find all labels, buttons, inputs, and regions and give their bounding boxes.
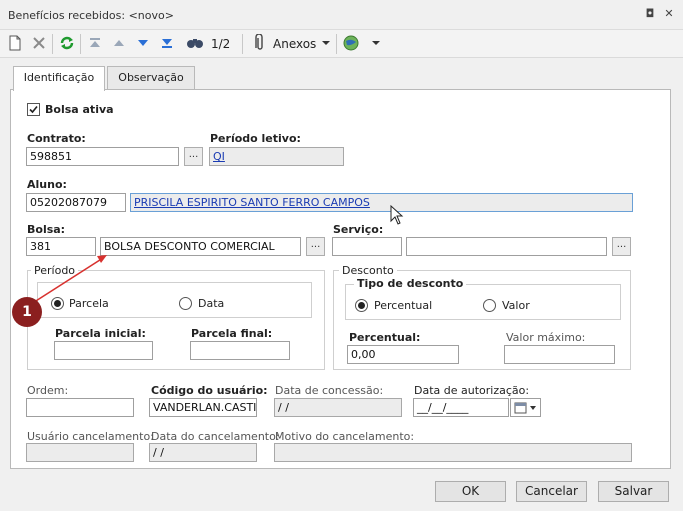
servico-label: Serviço: (333, 223, 384, 236)
bolsa-ativa-label: Bolsa ativa (45, 103, 114, 116)
cancel-button[interactable]: Cancelar (516, 481, 587, 502)
data-option-label: Data (198, 297, 225, 310)
parcela-option-label: Parcela (69, 297, 109, 310)
percentual-label: Percentual: (349, 331, 421, 344)
new-record-icon[interactable] (6, 34, 24, 52)
data-concessao-label: Data de concessão: (275, 384, 384, 397)
record-position: 1/2 (211, 37, 231, 51)
chevron-down-icon[interactable] (317, 34, 335, 52)
aluno-label: Aluno: (27, 178, 67, 191)
attachments-label[interactable]: Anexos (273, 37, 316, 51)
bolsa-code-input[interactable]: 381 (26, 237, 96, 256)
search-icon[interactable] (186, 34, 204, 52)
parcela-final-input[interactable] (190, 341, 290, 360)
servico-name-input[interactable] (406, 237, 607, 256)
first-record-icon[interactable] (86, 34, 104, 52)
desconto-group-title: Desconto (339, 264, 397, 277)
codigo-usuario-label: Código do usuário: (151, 384, 268, 397)
restore-button[interactable]: ◘ (643, 7, 657, 21)
periodo-group-title: Período (31, 264, 79, 277)
valor-radio[interactable] (483, 299, 496, 312)
data-cancelamento-label: Data do cancelamento: (151, 430, 280, 443)
servico-code-input[interactable] (332, 237, 402, 256)
parcela-inicial-input[interactable] (54, 341, 153, 360)
previous-record-icon[interactable] (110, 34, 128, 52)
next-record-icon[interactable] (134, 34, 152, 52)
calendar-dropdown-button[interactable] (510, 398, 541, 417)
bolsa-label: Bolsa: (27, 223, 66, 236)
periodo-letivo-label: Período letivo: (210, 132, 301, 145)
data-cancelamento-field: / / (149, 443, 257, 462)
valor-maximo-label: Valor máximo: (506, 331, 586, 344)
data-concessao-field: / / (274, 398, 402, 417)
chevron-down-icon[interactable] (367, 34, 385, 52)
calendar-icon (514, 402, 536, 414)
data-radio[interactable] (179, 297, 192, 310)
toolbar-separator (80, 34, 81, 54)
periodo-letivo-field[interactable]: QI (209, 147, 344, 166)
ordem-label: Ordem: (27, 384, 69, 397)
servico-lookup-button[interactable]: ... (612, 237, 631, 256)
check-icon (29, 105, 38, 114)
contrato-lookup-button[interactable]: ... (184, 147, 203, 166)
tab-observacao[interactable]: Observação (107, 66, 195, 90)
title-bar: Benefícios recebidos: <novo> ◘ ✕ (0, 0, 683, 30)
globe-icon[interactable] (342, 34, 360, 52)
refresh-icon[interactable] (58, 34, 76, 52)
toolbar: 1/2 Anexos (0, 30, 683, 58)
bolsa-lookup-button[interactable]: ... (306, 237, 325, 256)
close-button[interactable]: ✕ (662, 7, 676, 21)
contrato-input[interactable]: 598851 (26, 147, 179, 166)
save-button[interactable]: Salvar (598, 481, 669, 502)
toolbar-separator (52, 34, 53, 54)
mouse-cursor-icon (390, 205, 404, 225)
usuario-cancelamento-field (26, 443, 134, 462)
annotation-marker: 1 (12, 297, 42, 327)
ok-button[interactable]: OK (435, 481, 506, 502)
percentual-option-label: Percentual (374, 299, 433, 312)
parcela-inicial-label: Parcela inicial: (55, 327, 146, 340)
motivo-cancelamento-field (274, 443, 632, 462)
delete-icon[interactable] (30, 34, 48, 52)
tab-identificacao[interactable]: Identificação (13, 66, 105, 91)
motivo-cancelamento-label: Motivo do cancelamento: (275, 430, 415, 443)
contrato-label: Contrato: (27, 132, 86, 145)
bolsa-name-input[interactable]: BOLSA DESCONTO COMERCIAL (100, 237, 301, 256)
tipo-desconto-title: Tipo de desconto (354, 277, 467, 290)
codigo-usuario-input[interactable]: VANDERLAN.CASTIC (149, 398, 257, 417)
percentual-input[interactable]: 0,00 (347, 345, 459, 364)
ordem-input[interactable] (26, 398, 134, 417)
toolbar-separator (242, 34, 243, 54)
window-title: Benefícios recebidos: <novo> (8, 9, 174, 22)
data-autorizacao-label: Data de autorização: (414, 384, 530, 397)
aluno-code-input[interactable]: 05202087079 (26, 193, 126, 212)
last-record-icon[interactable] (158, 34, 176, 52)
usuario-cancelamento-label: Usuário cancelamento: (27, 430, 154, 443)
data-autorizacao-input[interactable]: __/__/____ (413, 398, 509, 417)
bolsa-ativa-checkbox[interactable] (27, 103, 40, 116)
paperclip-icon[interactable] (251, 34, 269, 52)
parcela-radio[interactable] (51, 297, 64, 310)
valor-maximo-input[interactable] (504, 345, 615, 364)
parcela-final-label: Parcela final: (191, 327, 273, 340)
percentual-radio[interactable] (355, 299, 368, 312)
aluno-name-field[interactable]: PRISCILA ESPIRITO SANTO FERRO CAMPOS (130, 193, 633, 212)
toolbar-separator (336, 34, 337, 54)
valor-option-label: Valor (502, 299, 530, 312)
